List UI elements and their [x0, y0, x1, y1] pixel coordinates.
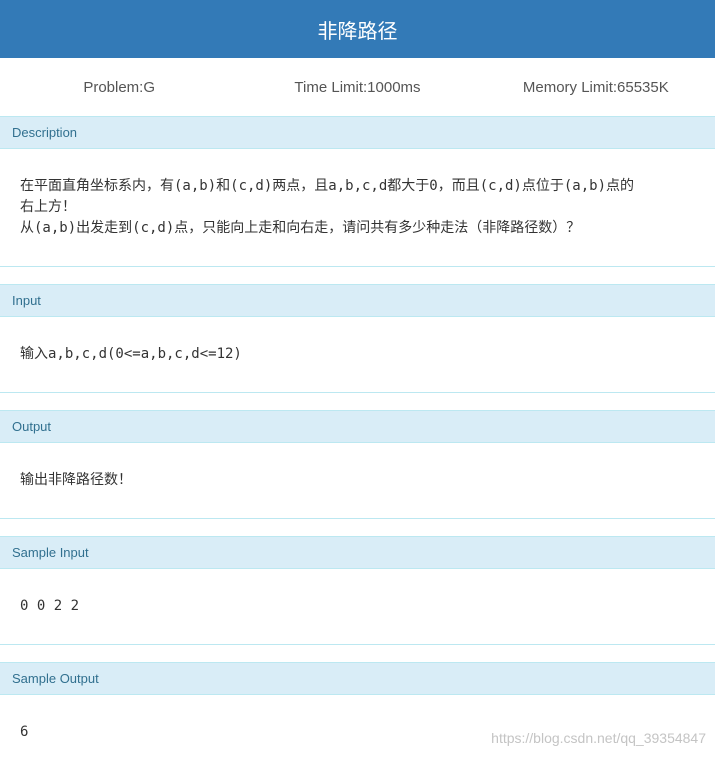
page-header: 非降路径	[0, 0, 715, 58]
problem-meta-bar: Problem:G Time Limit:1000ms Memory Limit…	[0, 58, 715, 116]
memory-limit: Memory Limit:65535K	[522, 78, 669, 96]
sample-input-body: 0 0 2 2	[0, 569, 715, 645]
input-body: 输入a,b,c,d(0<=a,b,c,d<=12)	[0, 317, 715, 393]
output-heading: Output	[0, 410, 715, 443]
watermark-url: https://blog.csdn.net/qq_39354847	[491, 730, 706, 746]
input-panel: Input 输入a,b,c,d(0<=a,b,c,d<=12)	[0, 284, 715, 393]
input-text: 输入a,b,c,d(0<=a,b,c,d<=12)	[20, 346, 242, 362]
description-line-1: 在平面直角坐标系内，有(a,b)和(c,d)两点，且a,b,c,d都大于0，而且…	[20, 178, 635, 194]
output-panel: Output 输出非降路径数！	[0, 410, 715, 519]
sample-input-panel: Sample Input 0 0 2 2	[0, 536, 715, 645]
sample-output-heading: Sample Output	[0, 662, 715, 695]
description-line-3: 从(a,b)出发走到(c,d)点，只能向上走和向右走，请问共有多少种走法（非降路…	[20, 220, 581, 236]
output-text: 输出非降路径数！	[20, 472, 132, 488]
description-panel: Description 在平面直角坐标系内，有(a,b)和(c,d)两点，且a,…	[0, 116, 715, 267]
description-heading: Description	[0, 116, 715, 149]
description-line-2: 右上方！	[20, 199, 76, 215]
time-limit: Time Limit:1000ms	[294, 78, 421, 96]
sample-input-text: 0 0 2 2	[20, 598, 80, 614]
input-heading: Input	[0, 284, 715, 317]
description-body: 在平面直角坐标系内，有(a,b)和(c,d)两点，且a,b,c,d都大于0，而且…	[0, 149, 715, 267]
problem-id: Problem:G	[83, 78, 156, 96]
page-title: 非降路径	[317, 20, 398, 43]
sample-input-heading: Sample Input	[0, 536, 715, 569]
output-body: 输出非降路径数！	[0, 443, 715, 519]
